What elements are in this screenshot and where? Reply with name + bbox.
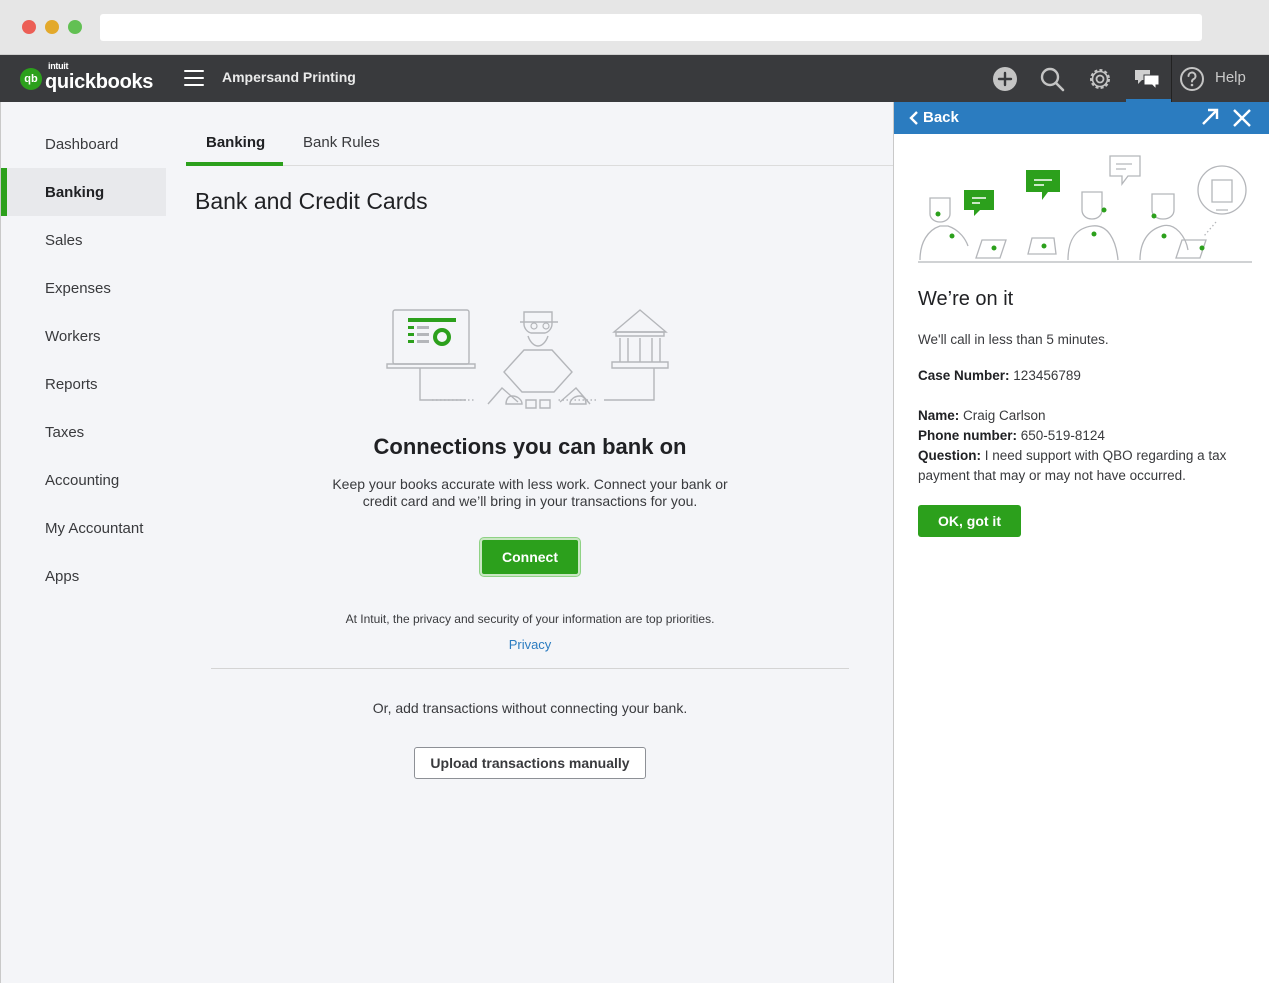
tab-banking[interactable]: Banking (186, 134, 283, 166)
page-title: Bank and Credit Cards (195, 188, 428, 214)
sidebar-item-label: Apps (45, 567, 80, 585)
case-number-label: Case Number: (918, 368, 1010, 383)
ok-got-it-button[interactable]: OK, got it (918, 505, 1021, 537)
sidebar-item-label: Workers (45, 327, 101, 345)
upload-transactions-button[interactable]: Upload transactions manually (414, 747, 646, 779)
sidebar-item-label: Expenses (45, 279, 111, 297)
back-button[interactable]: Back (908, 109, 959, 126)
sidebar-item-accounting[interactable]: Accounting (1, 456, 166, 504)
name-value: Craig Carlson (963, 408, 1046, 423)
banking-tabs: Banking Bank Rules (186, 126, 894, 166)
logo-wordmark: intuit quickbooks (45, 61, 154, 94)
gear-icon[interactable] (1086, 65, 1114, 93)
browser-chrome (0, 0, 1269, 55)
address-bar[interactable] (100, 14, 1202, 41)
sidebar-item-label: Banking (45, 183, 105, 201)
sidebar-item-label: Dashboard (45, 135, 119, 153)
phone-row: Phone number: 650-519-8124 (918, 426, 1238, 446)
chat-bubbles-icon[interactable] (1133, 65, 1161, 93)
panel-title: We’re on it (918, 288, 1014, 310)
manual-option-text: Or, add transactions without connecting … (372, 700, 688, 716)
quickbooks-logo[interactable]: qb intuit quickbooks (20, 61, 154, 94)
name-label: Name: (918, 408, 960, 423)
connect-heading: Connections you can bank on (373, 434, 687, 459)
help-panel: Back We’re on it We'll call in less than… (893, 102, 1269, 983)
phone-label: Phone number: (918, 428, 1018, 443)
sidebar-item-taxes[interactable]: Taxes (1, 408, 166, 456)
company-name: Ampersand Printing (222, 69, 356, 85)
case-number-value: 123456789 (1013, 368, 1081, 383)
help-separator (1171, 55, 1172, 102)
top-bar: qb intuit quickbooks Ampersand Printing … (0, 55, 1269, 102)
connect-button[interactable]: Connect (480, 538, 580, 576)
sidebar-item-banking[interactable]: Banking (1, 168, 166, 216)
question-row: Question: I need support with QBO regard… (918, 446, 1238, 486)
privacy-link[interactable]: Privacy (211, 637, 849, 652)
back-label: Back (923, 109, 959, 126)
plus-circle-icon[interactable] (991, 65, 1019, 93)
sidebar-item-workers[interactable]: Workers (1, 312, 166, 360)
tab-bank-rules[interactable]: Bank Rules (303, 134, 380, 166)
bank-connection-illustration (384, 302, 680, 414)
close-icon[interactable] (1231, 107, 1253, 129)
phone-value: 650-519-8124 (1020, 428, 1105, 443)
sidebar-item-expenses[interactable]: Expenses (1, 264, 166, 312)
sidebar-item-dashboard[interactable]: Dashboard (1, 120, 166, 168)
sidebar-item-label: Sales (45, 231, 83, 249)
question-circle-icon[interactable] (1178, 65, 1206, 93)
support-agents-illustration (916, 150, 1254, 264)
logo-quickbooks-text: quickbooks (45, 70, 154, 93)
connect-description: Keep your books accurate with less work.… (332, 476, 728, 509)
search-icon[interactable] (1038, 65, 1066, 93)
expand-icon[interactable] (1199, 106, 1221, 128)
sidebar-item-label: Accounting (45, 471, 120, 489)
logo-intuit-text: intuit (48, 60, 69, 71)
sidebar-item-label: Reports (45, 375, 98, 393)
section-divider (211, 668, 849, 669)
sidebar-item-reports[interactable]: Reports (1, 360, 166, 408)
panel-header: Back (894, 102, 1269, 134)
privacy-note: At Intuit, the privacy and security of y… (345, 612, 715, 626)
qb-logo-icon: qb (20, 68, 42, 90)
window-close-dot[interactable] (22, 20, 36, 34)
sidebar-item-label: My Accountant (45, 519, 144, 537)
hamburger-menu-icon[interactable] (184, 70, 204, 86)
sidebar-item-apps[interactable]: Apps (1, 552, 166, 600)
window-zoom-dot[interactable] (68, 20, 82, 34)
window-minimize-dot[interactable] (45, 20, 59, 34)
name-row: Name: Craig Carlson (918, 406, 1238, 426)
sidebar-nav: Dashboard Banking Sales Expenses Workers… (1, 120, 166, 600)
chevron-left-icon (909, 110, 918, 125)
help-label[interactable]: Help (1215, 69, 1246, 86)
call-eta-text: We'll call in less than 5 minutes. (918, 332, 1109, 347)
sidebar-item-sales[interactable]: Sales (1, 216, 166, 264)
main-content: Dashboard Banking Sales Expenses Workers… (0, 102, 894, 983)
question-label: Question: (918, 448, 981, 463)
sidebar-item-my-accountant[interactable]: My Accountant (1, 504, 166, 552)
sidebar-item-label: Taxes (45, 423, 85, 441)
case-number-row: Case Number: 123456789 (918, 366, 1238, 386)
